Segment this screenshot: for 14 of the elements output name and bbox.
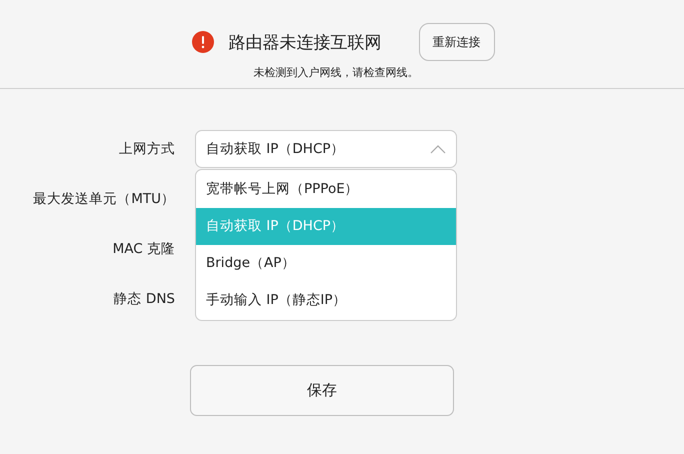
field-label: 最大发送单元（MTU） <box>32 190 175 209</box>
reconnect-button[interactable]: 重新连接 <box>418 23 494 61</box>
dropdown-option[interactable]: 手动输入 IP（静态IP） <box>196 282 456 319</box>
dropdown-option[interactable]: Bridge（AP） <box>196 245 456 282</box>
dropdown-option[interactable]: 宽带帐号上网（PPPoE） <box>196 171 456 208</box>
field-label: 上网方式 <box>118 140 175 159</box>
connection-type-select[interactable]: 自动获取 IP（DHCP） <box>195 130 457 168</box>
chevron-icon <box>430 144 446 154</box>
field-label: 静态 DNS <box>112 290 175 309</box>
field-label: MAC 克隆 <box>112 240 175 259</box>
error-icon <box>192 31 214 53</box>
save-button[interactable]: 保存 <box>190 365 454 416</box>
status-message: 未检测到入户网线，请检查网线。 <box>254 65 418 80</box>
status-title: 路由器未连接互联网 <box>228 32 382 54</box>
